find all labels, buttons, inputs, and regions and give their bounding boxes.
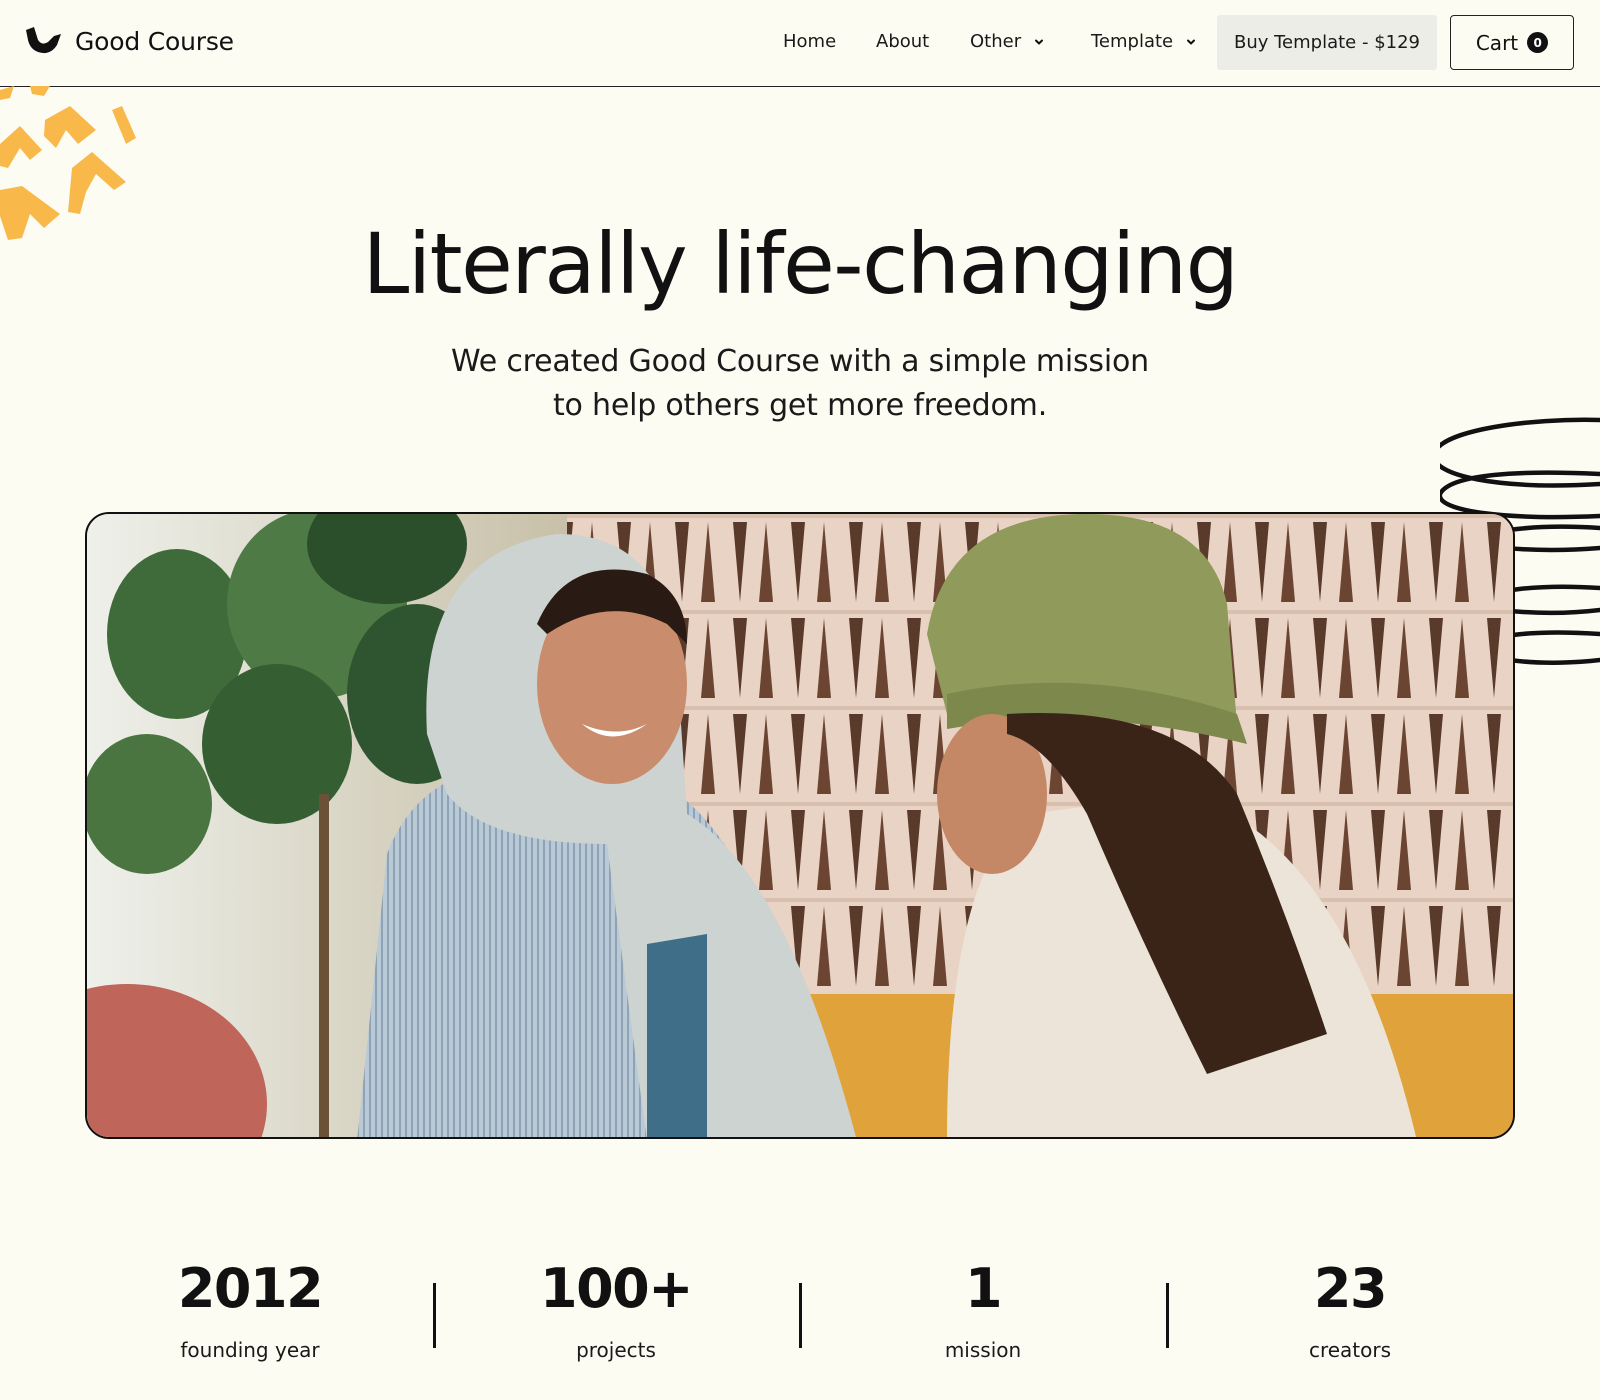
nav-other-dropdown[interactable]: Other bbox=[970, 31, 1045, 52]
stat-value: 1 bbox=[964, 1257, 1003, 1320]
cart-button[interactable]: Cart 0 bbox=[1450, 15, 1574, 70]
nav-template-dropdown[interactable]: Template bbox=[1091, 31, 1197, 52]
cart-count-badge: 0 bbox=[1527, 32, 1549, 53]
navbar: Good Course Home About Other Template Bu… bbox=[0, 0, 1600, 87]
stat-value: 23 bbox=[1313, 1257, 1388, 1320]
stat-projects: 100+ projects bbox=[466, 1257, 766, 1363]
stat-divider bbox=[799, 1283, 802, 1348]
brand-logo-icon bbox=[26, 27, 61, 54]
hero-subtitle: We created Good Course with a simple mis… bbox=[400, 340, 1200, 428]
hero-subtitle-line-1: We created Good Course with a simple mis… bbox=[451, 344, 1149, 379]
stat-divider bbox=[1166, 1283, 1169, 1348]
hero-photo-illustration bbox=[87, 514, 1513, 1137]
stat-divider bbox=[433, 1283, 436, 1348]
buy-template-button[interactable]: Buy Template - $129 bbox=[1217, 15, 1437, 70]
stat-label: creators bbox=[1308, 1338, 1392, 1362]
stat-label: mission bbox=[944, 1338, 1022, 1362]
stat-mission: 1 mission bbox=[833, 1257, 1133, 1363]
cart-label: Cart bbox=[1475, 30, 1519, 55]
stat-label: founding year bbox=[180, 1338, 320, 1362]
hero-title: Literally life-changing bbox=[362, 215, 1239, 313]
stat-value: 100+ bbox=[540, 1257, 693, 1320]
nav-other-label: Other bbox=[970, 31, 1022, 52]
hero-subtitle-line-2: to help others get more freedom. bbox=[552, 388, 1048, 423]
brand-home-link[interactable]: Good Course bbox=[24, 26, 234, 56]
stat-creators: 23 creators bbox=[1200, 1257, 1500, 1363]
nav-about-link[interactable]: About bbox=[876, 31, 929, 52]
stat-founding-year: 2012 founding year bbox=[100, 1257, 400, 1363]
stat-label: projects bbox=[576, 1338, 656, 1362]
chevron-down-icon bbox=[1187, 39, 1196, 44]
hero-photo bbox=[85, 512, 1515, 1139]
nav-template-label: Template bbox=[1091, 31, 1174, 52]
stat-value: 2012 bbox=[177, 1257, 324, 1320]
chevron-down-icon bbox=[1035, 39, 1044, 44]
brand-name: Good Course bbox=[75, 26, 234, 56]
nav-home-link[interactable]: Home bbox=[783, 31, 836, 52]
about-page: Good Course Home About Other Template Bu… bbox=[0, 0, 1600, 1400]
